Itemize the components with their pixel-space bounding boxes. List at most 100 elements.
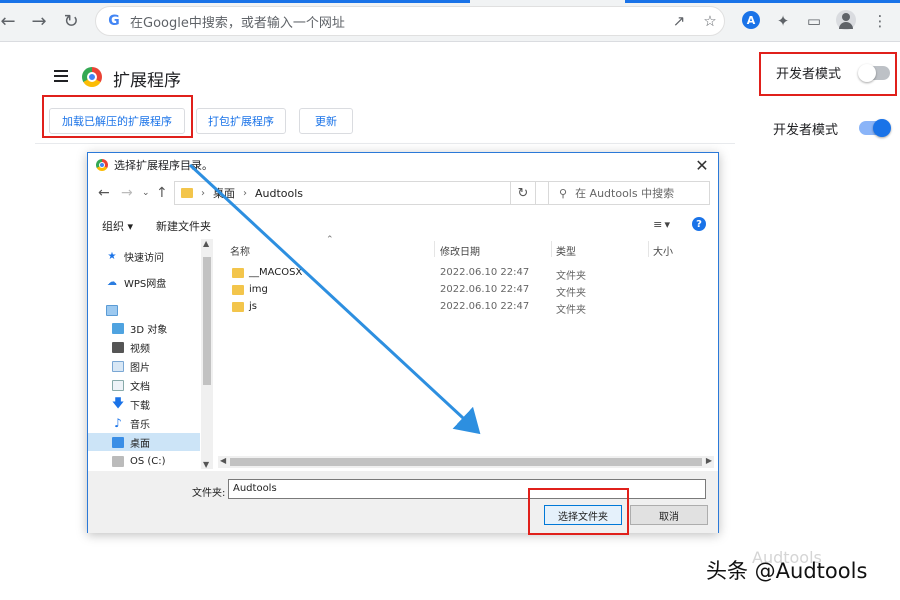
desktop-icon <box>112 436 124 448</box>
side-panel-icon[interactable]: ▭ <box>805 12 823 30</box>
file-name: img <box>249 284 268 295</box>
drive-icon <box>112 455 124 467</box>
nav-label: 视频 <box>130 343 150 355</box>
forward-icon[interactable]: → <box>121 185 133 201</box>
file-date: 2022.06.10 22:47 <box>440 284 530 295</box>
column-size[interactable]: 大小 <box>653 243 673 258</box>
nav-item-this-pc[interactable] <box>88 301 200 319</box>
folder-icon <box>181 188 193 198</box>
nav-scrollbar[interactable]: ▲ ▼ <box>201 239 213 469</box>
nav-label: 3D 对象 <box>130 324 168 336</box>
cancel-button[interactable]: 取消 <box>630 505 708 525</box>
search-placeholder: 在 Audtools 中搜索 <box>575 187 675 200</box>
nav-item-downloads[interactable]: 🡇 下载 <box>88 395 200 413</box>
reload-icon[interactable]: ↻ <box>59 9 83 33</box>
view-options-icon[interactable]: ≡ ▾ <box>653 218 670 231</box>
file-row[interactable]: js 2022.06.10 22:47 文件夹 <box>218 299 698 316</box>
nav-item-pictures[interactable]: 图片 <box>88 357 200 375</box>
column-type[interactable]: 类型 <box>556 243 576 258</box>
omnibox[interactable]: G 在Google中搜索，或者输入一个网址 <box>95 6 725 36</box>
nav-item-3d-objects[interactable]: 3D 对象 <box>88 319 200 337</box>
folder-icon <box>232 285 244 295</box>
nav-scroll-thumb[interactable] <box>203 257 211 385</box>
highlight-load-unpacked <box>42 95 193 138</box>
computer-icon <box>106 304 118 316</box>
puzzle-icon[interactable]: ✦ <box>774 12 792 30</box>
breadcrumb-desktop[interactable]: 桌面 <box>213 185 235 201</box>
extension-avatar-icon[interactable]: A <box>742 11 760 29</box>
highlight-select-folder <box>528 488 629 535</box>
close-icon[interactable]: ✕ <box>692 155 712 175</box>
chrome-small-icon <box>96 159 108 171</box>
folder-name-input[interactable]: Audtools <box>228 479 706 499</box>
h-scroll-thumb[interactable] <box>230 458 702 466</box>
star-icon: ★ <box>107 250 117 262</box>
file-type: 文件夹 <box>556 271 586 282</box>
column-date[interactable]: 修改日期 <box>440 243 480 258</box>
forward-icon[interactable]: → <box>27 9 51 33</box>
developer-mode-toggle-on[interactable] <box>859 119 891 137</box>
scroll-left-icon[interactable]: ◀ <box>220 456 226 465</box>
command-bar: 组织 ▾ 新建文件夹 ≡ ▾ ? <box>88 213 718 237</box>
help-icon[interactable]: ? <box>692 217 706 231</box>
nav-item-documents[interactable]: 文档 <box>88 376 200 394</box>
folder-field-label: 文件夹: <box>192 488 226 499</box>
music-icon: ♪ <box>114 416 122 430</box>
file-date: 2022.06.10 22:47 <box>440 301 530 312</box>
profile-icon[interactable] <box>836 10 856 30</box>
organize-menu[interactable]: 组织 ▾ <box>102 218 133 234</box>
more-icon[interactable]: ⋮ <box>871 12 889 30</box>
folder-icon <box>232 302 244 312</box>
nav-item-drive-c[interactable]: OS (C:) <box>88 452 200 469</box>
nav-label: 快速访问 <box>124 252 164 264</box>
scroll-down-icon[interactable]: ▼ <box>203 460 209 469</box>
share-icon[interactable]: ↗ <box>670 12 688 30</box>
highlight-developer-mode <box>759 52 897 96</box>
menu-icon[interactable] <box>54 70 68 82</box>
nav-item-videos[interactable]: 视频 <box>88 338 200 356</box>
developer-mode-label-on: 开发者模式 <box>773 123 839 138</box>
nav-item-desktop[interactable]: 桌面 <box>88 433 200 451</box>
file-list: ⌃ 名称 修改日期 类型 大小 __MACOSX 2022.06.10 22:4… <box>218 235 714 461</box>
nav-item-quick-access[interactable]: ★ 快速访问 <box>88 247 200 265</box>
nav-item-music[interactable]: ♪ 音乐 <box>88 414 200 432</box>
omnibox-placeholder: 在Google中搜索，或者输入一个网址 <box>130 15 345 31</box>
chrome-logo-icon <box>82 67 102 87</box>
new-folder-button[interactable]: 新建文件夹 <box>156 218 211 234</box>
scroll-right-icon[interactable]: ▶ <box>706 456 712 465</box>
nav-label: OS (C:) <box>130 455 166 467</box>
file-row[interactable]: __MACOSX 2022.06.10 22:47 文件夹 <box>218 265 698 282</box>
file-date: 2022.06.10 22:47 <box>440 267 530 278</box>
folder-icon <box>232 268 244 278</box>
dialog-titlebar: 选择扩展程序目录。 ✕ <box>88 153 718 177</box>
cloud-icon: ☁ <box>107 276 117 288</box>
back-icon[interactable]: ← <box>98 185 110 201</box>
star-icon[interactable]: ☆ <box>701 12 719 30</box>
column-separator <box>648 241 649 257</box>
breadcrumb-audtools[interactable]: Audtools <box>255 187 303 200</box>
column-name[interactable]: 名称 <box>230 243 250 258</box>
update-button[interactable]: 更新 <box>299 108 353 134</box>
nav-label: 文档 <box>130 381 150 393</box>
pack-extension-button[interactable]: 打包扩展程序 <box>196 108 286 134</box>
page-divider <box>35 143 735 144</box>
refresh-icon[interactable]: ↻ <box>510 181 536 205</box>
file-type: 文件夹 <box>556 305 586 316</box>
up-icon[interactable]: ↑ <box>156 185 168 201</box>
folder-search-input[interactable]: ⚲ 在 Audtools 中搜索 <box>548 181 710 205</box>
chevron-right-icon: › <box>201 187 205 199</box>
search-icon: ⚲ <box>559 186 568 200</box>
recent-dropdown-icon[interactable]: ⌄ <box>142 188 150 198</box>
horizontal-scrollbar[interactable]: ◀ ▶ <box>218 456 714 468</box>
cube-icon <box>112 322 124 334</box>
navigation-pane: ★ 快速访问 ☁ WPS网盘 3D 对象 视频 图片 文档 🡇 下载 ♪ 音乐 … <box>88 239 214 469</box>
file-name: __MACOSX <box>249 267 303 278</box>
nav-label: 下载 <box>130 400 150 412</box>
scroll-up-icon[interactable]: ▲ <box>203 239 209 248</box>
file-row[interactable]: img 2022.06.10 22:47 文件夹 <box>218 282 698 299</box>
select-folder-dialog: 选择扩展程序目录。 ✕ ← → ⌄ ↑ › 桌面 › Audtools ⌄ ↻ … <box>87 152 719 533</box>
nav-item-wps-cloud[interactable]: ☁ WPS网盘 <box>88 273 200 291</box>
back-icon[interactable]: ← <box>0 9 20 33</box>
page-title: 扩展程序 <box>113 71 181 91</box>
google-g-icon: G <box>108 13 120 29</box>
